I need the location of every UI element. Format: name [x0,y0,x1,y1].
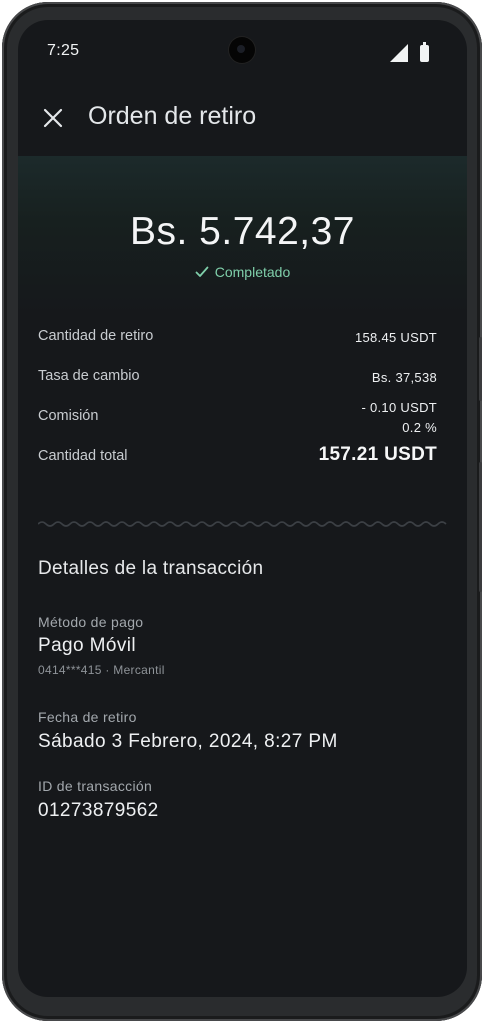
cell-signal-icon [390,44,408,62]
wavy-divider [38,521,447,527]
payment-method-label: Método de pago [38,614,144,630]
fee-value: - 0.10 USDT [361,400,437,415]
front-camera [229,37,255,63]
section-title: Detalles de la transacción [38,558,264,579]
fee-label: Comisión [38,408,99,424]
payment-method-account: 0414***415 · Mercantil [38,663,165,677]
withdraw-amount-label: Cantidad de retiro [38,328,154,344]
exchange-rate-row: Tasa de cambio Bs. 37,538 [38,368,437,388]
status-time: 7:25 [47,42,80,59]
total-amount-label: Cantidad total [38,448,128,464]
payment-method-value: Pago Móvil [38,635,136,656]
check-icon [195,266,209,277]
withdraw-date-label: Fecha de retiro [38,709,137,725]
amount-summary: Bs. 5.742,37 Completado [18,156,467,316]
exchange-rate-value: Bs. 37,538 [371,370,437,385]
status-bar: 7:25 [18,20,467,82]
status-text: Completado [214,264,291,280]
volume-button [479,462,482,592]
close-icon[interactable] [42,107,64,129]
total-amount-value: 157.21 USDT [318,444,437,465]
withdraw-date-value: Sábado 3 Febrero, 2024, 8:27 PM [38,731,338,752]
battery-icon [420,42,429,62]
screen: 7:25 Orden de retiro Bs. 5.742,37 Comple… [18,20,467,997]
fee-percent: 0.2 % [402,420,437,435]
total-amount-row: Cantidad total 157.21 USDT [38,444,437,472]
exchange-rate-label: Tasa de cambio [38,368,140,384]
transaction-id-value[interactable]: 01273879562 [38,800,159,822]
power-button [479,337,482,401]
fee-row: Comisión - 0.10 USDT 0.2 % [38,398,437,438]
status-badge: Completado [18,264,467,280]
app-bar: Orden de retiro [18,82,467,156]
transaction-id-label: ID de transacción [38,778,153,794]
withdraw-amount-row: Cantidad de retiro 158.45 USDT [38,328,437,348]
withdraw-amount-value: 158.45 USDT [354,330,437,345]
payout-amount: Bs. 5.742,37 [130,210,355,253]
page-title: Orden de retiro [88,102,257,130]
phone-frame: 7:25 Orden de retiro Bs. 5.742,37 Comple… [2,2,482,1021]
